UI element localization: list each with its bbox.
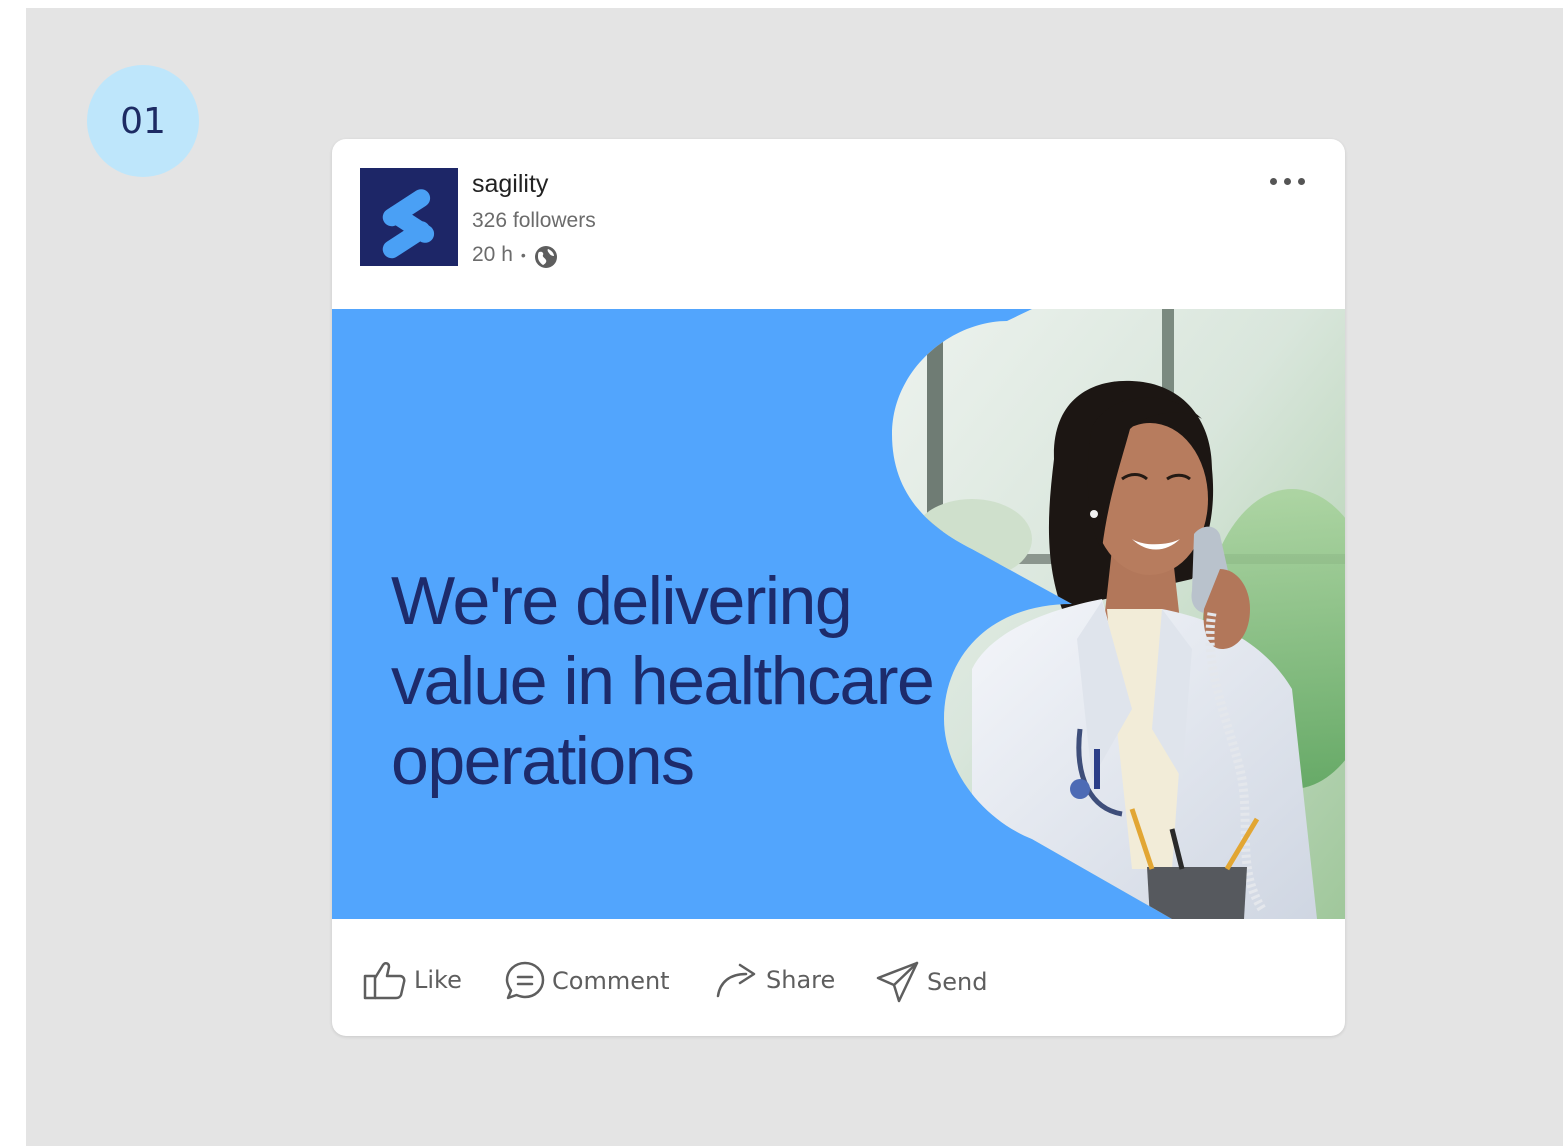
post-header: sagility 326 followers 20 h • bbox=[332, 139, 1345, 309]
post-time: 20 h bbox=[472, 243, 513, 266]
canvas-background: 01 sagility 326 followers 20 h • We're d… bbox=[26, 8, 1563, 1146]
send-label: Send bbox=[927, 968, 988, 996]
follower-count: 326 followers bbox=[472, 209, 596, 232]
more-options-button[interactable] bbox=[1259, 167, 1315, 195]
post-image-banner[interactable]: We're delivering value in healthcare ope… bbox=[332, 309, 1345, 919]
share-arrow-icon bbox=[716, 963, 756, 998]
comment-button[interactable]: Comment bbox=[504, 960, 670, 1002]
post-meta: 20 h • bbox=[472, 241, 558, 269]
doctor-on-phone-photo bbox=[892, 309, 1345, 919]
send-plane-icon bbox=[876, 961, 919, 1003]
comment-label: Comment bbox=[552, 967, 670, 995]
step-number-badge: 01 bbox=[87, 65, 199, 177]
send-button[interactable]: Send bbox=[875, 960, 987, 1004]
meta-separator: • bbox=[520, 247, 526, 263]
post-card: sagility 326 followers 20 h • We're deli… bbox=[332, 139, 1345, 1036]
comment-icon bbox=[505, 961, 545, 1000]
more-dot bbox=[1297, 177, 1305, 185]
like-button[interactable]: Like bbox=[362, 960, 462, 1000]
more-dot bbox=[1269, 177, 1277, 185]
share-label: Share bbox=[766, 966, 836, 994]
share-button[interactable]: Share bbox=[716, 960, 835, 1000]
thumbs-up-icon bbox=[363, 962, 406, 1000]
post-actions-bar: Like Comment Share Send bbox=[332, 919, 1345, 1036]
globe-icon bbox=[534, 246, 557, 268]
sagility-logo-icon bbox=[382, 189, 435, 259]
like-label: Like bbox=[414, 966, 462, 994]
company-logo[interactable] bbox=[360, 168, 458, 266]
step-number: 01 bbox=[120, 100, 166, 142]
company-name-link[interactable]: sagility bbox=[472, 170, 548, 199]
more-dot bbox=[1283, 177, 1291, 185]
